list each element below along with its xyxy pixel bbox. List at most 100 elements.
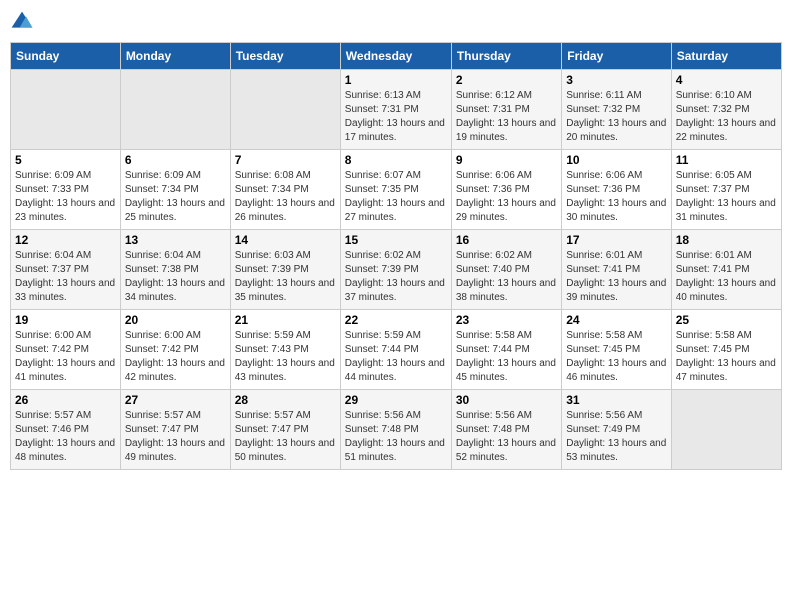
day-info: Sunrise: 6:07 AMSunset: 7:35 PMDaylight:… xyxy=(345,170,445,223)
day-info: Sunrise: 5:57 AMSunset: 7:46 PMDaylight:… xyxy=(15,410,115,463)
day-cell-3-2: 13Sunrise: 6:04 AMSunset: 7:38 PMDayligh… xyxy=(120,230,230,310)
day-number: 23 xyxy=(456,313,557,327)
day-number: 28 xyxy=(235,393,336,407)
logo xyxy=(10,10,38,34)
day-cell-3-6: 17Sunrise: 6:01 AMSunset: 7:41 PMDayligh… xyxy=(562,230,671,310)
logo-icon xyxy=(10,10,34,34)
day-cell-4-4: 22 Sunrise: 5:59 AMSunset: 7:44 PMDayligh… xyxy=(340,310,451,390)
day-info: Sunrise: 5:56 AMSunset: 7:49 PMDaylight:… xyxy=(566,410,666,463)
week-row-2: 5 Sunrise: 6:09 AMSunset: 7:33 PMDaylight… xyxy=(11,150,782,230)
calendar-body: 1Sunrise: 6:13 AMSunset: 7:31 PMDaylight… xyxy=(11,70,782,470)
day-number: 12 xyxy=(15,233,116,247)
day-info: Sunrise: 6:02 AMSunset: 7:40 PMDaylight:… xyxy=(456,250,556,303)
day-info: Sunrise: 6:10 AMSunset: 7:32 PMDaylight:… xyxy=(676,90,776,143)
day-cell-4-1: 19Sunrise: 6:00 AMSunset: 7:42 PMDayligh… xyxy=(11,310,121,390)
day-number: 7 xyxy=(235,153,336,167)
day-cell-2-3: 7 Sunrise: 6:08 AMSunset: 7:34 PMDaylight… xyxy=(230,150,340,230)
day-info: Sunrise: 6:06 AMSunset: 7:36 PMDaylight:… xyxy=(456,170,556,223)
day-info: Sunrise: 6:01 AMSunset: 7:41 PMDaylight:… xyxy=(676,250,776,303)
day-number: 20 xyxy=(125,313,226,327)
day-cell-1-7: 4 Sunrise: 6:10 AMSunset: 7:32 PMDaylight… xyxy=(671,70,781,150)
day-info: Sunrise: 5:56 AMSunset: 7:48 PMDaylight:… xyxy=(456,410,556,463)
day-cell-3-7: 18Sunrise: 6:01 AMSunset: 7:41 PMDayligh… xyxy=(671,230,781,310)
day-cell-4-2: 20 Sunrise: 6:00 AMSunset: 7:42 PMDayligh… xyxy=(120,310,230,390)
day-info: Sunrise: 6:05 AMSunset: 7:37 PMDaylight:… xyxy=(676,170,776,223)
day-info: Sunrise: 5:59 AMSunset: 7:43 PMDaylight:… xyxy=(235,330,335,383)
day-cell-1-4: 1Sunrise: 6:13 AMSunset: 7:31 PMDaylight… xyxy=(340,70,451,150)
day-cell-2-2: 6 Sunrise: 6:09 AMSunset: 7:34 PMDaylight… xyxy=(120,150,230,230)
day-info: Sunrise: 6:00 AMSunset: 7:42 PMDaylight:… xyxy=(125,330,225,383)
week-row-3: 12 Sunrise: 6:04 AMSunset: 7:37 PMDayligh… xyxy=(11,230,782,310)
day-info: Sunrise: 6:09 AMSunset: 7:34 PMDaylight:… xyxy=(125,170,225,223)
calendar-header: SundayMondayTuesdayWednesdayThursdayFrid… xyxy=(11,43,782,70)
header-sunday: Sunday xyxy=(11,43,121,70)
day-number: 27 xyxy=(125,393,226,407)
day-info: Sunrise: 5:59 AMSunset: 7:44 PMDaylight:… xyxy=(345,330,445,383)
day-number: 2 xyxy=(456,73,557,87)
day-cell-2-7: 11 Sunrise: 6:05 AMSunset: 7:37 PMDayligh… xyxy=(671,150,781,230)
day-info: Sunrise: 6:04 AMSunset: 7:37 PMDaylight:… xyxy=(15,250,115,303)
day-cell-3-3: 14 Sunrise: 6:03 AMSunset: 7:39 PMDayligh… xyxy=(230,230,340,310)
day-cell-5-1: 26 Sunrise: 5:57 AMSunset: 7:46 PMDayligh… xyxy=(11,390,121,470)
calendar-table: SundayMondayTuesdayWednesdayThursdayFrid… xyxy=(10,42,782,470)
header-monday: Monday xyxy=(120,43,230,70)
day-cell-5-4: 29 Sunrise: 5:56 AMSunset: 7:48 PMDayligh… xyxy=(340,390,451,470)
day-cell-1-3 xyxy=(230,70,340,150)
day-info: Sunrise: 6:03 AMSunset: 7:39 PMDaylight:… xyxy=(235,250,335,303)
header-tuesday: Tuesday xyxy=(230,43,340,70)
day-number: 29 xyxy=(345,393,447,407)
header-wednesday: Wednesday xyxy=(340,43,451,70)
day-info: Sunrise: 5:56 AMSunset: 7:48 PMDaylight:… xyxy=(345,410,445,463)
day-number: 24 xyxy=(566,313,666,327)
day-info: Sunrise: 5:57 AMSunset: 7:47 PMDaylight:… xyxy=(235,410,335,463)
week-row-4: 19Sunrise: 6:00 AMSunset: 7:42 PMDayligh… xyxy=(11,310,782,390)
day-cell-5-6: 31 Sunrise: 5:56 AMSunset: 7:49 PMDayligh… xyxy=(562,390,671,470)
day-number: 1 xyxy=(345,73,447,87)
day-number: 5 xyxy=(15,153,116,167)
day-number: 8 xyxy=(345,153,447,167)
day-number: 16 xyxy=(456,233,557,247)
day-cell-1-6: 3Sunrise: 6:11 AMSunset: 7:32 PMDaylight… xyxy=(562,70,671,150)
day-cell-4-5: 23 Sunrise: 5:58 AMSunset: 7:44 PMDayligh… xyxy=(451,310,561,390)
day-number: 14 xyxy=(235,233,336,247)
day-info: Sunrise: 6:12 AMSunset: 7:31 PMDaylight:… xyxy=(456,90,556,143)
day-info: Sunrise: 6:00 AMSunset: 7:42 PMDaylight:… xyxy=(15,330,115,383)
day-number: 26 xyxy=(15,393,116,407)
day-info: Sunrise: 6:08 AMSunset: 7:34 PMDaylight:… xyxy=(235,170,335,223)
day-info: Sunrise: 6:06 AMSunset: 7:36 PMDaylight:… xyxy=(566,170,666,223)
day-info: Sunrise: 5:57 AMSunset: 7:47 PMDaylight:… xyxy=(125,410,225,463)
day-number: 22 xyxy=(345,313,447,327)
day-cell-1-5: 2 Sunrise: 6:12 AMSunset: 7:31 PMDaylight… xyxy=(451,70,561,150)
day-cell-5-3: 28 Sunrise: 5:57 AMSunset: 7:47 PMDayligh… xyxy=(230,390,340,470)
day-number: 11 xyxy=(676,153,777,167)
day-cell-3-4: 15Sunrise: 6:02 AMSunset: 7:39 PMDayligh… xyxy=(340,230,451,310)
day-cell-4-6: 24 Sunrise: 5:58 AMSunset: 7:45 PMDayligh… xyxy=(562,310,671,390)
day-info: Sunrise: 6:02 AMSunset: 7:39 PMDaylight:… xyxy=(345,250,445,303)
day-number: 30 xyxy=(456,393,557,407)
day-info: Sunrise: 5:58 AMSunset: 7:44 PMDaylight:… xyxy=(456,330,556,383)
page-header xyxy=(10,10,782,34)
week-row-5: 26 Sunrise: 5:57 AMSunset: 7:46 PMDayligh… xyxy=(11,390,782,470)
day-number: 17 xyxy=(566,233,666,247)
day-cell-5-7 xyxy=(671,390,781,470)
day-cell-4-7: 25Sunrise: 5:58 AMSunset: 7:45 PMDayligh… xyxy=(671,310,781,390)
day-cell-1-1 xyxy=(11,70,121,150)
day-cell-2-5: 9 Sunrise: 6:06 AMSunset: 7:36 PMDaylight… xyxy=(451,150,561,230)
day-info: Sunrise: 6:09 AMSunset: 7:33 PMDaylight:… xyxy=(15,170,115,223)
day-info: Sunrise: 6:04 AMSunset: 7:38 PMDaylight:… xyxy=(125,250,225,303)
day-number: 9 xyxy=(456,153,557,167)
day-cell-2-4: 8 Sunrise: 6:07 AMSunset: 7:35 PMDaylight… xyxy=(340,150,451,230)
week-row-1: 1Sunrise: 6:13 AMSunset: 7:31 PMDaylight… xyxy=(11,70,782,150)
day-cell-2-1: 5 Sunrise: 6:09 AMSunset: 7:33 PMDaylight… xyxy=(11,150,121,230)
day-info: Sunrise: 5:58 AMSunset: 7:45 PMDaylight:… xyxy=(566,330,666,383)
day-number: 31 xyxy=(566,393,666,407)
header-thursday: Thursday xyxy=(451,43,561,70)
day-number: 6 xyxy=(125,153,226,167)
day-number: 21 xyxy=(235,313,336,327)
day-cell-2-6: 10 Sunrise: 6:06 AMSunset: 7:36 PMDayligh… xyxy=(562,150,671,230)
day-number: 10 xyxy=(566,153,666,167)
day-cell-1-2 xyxy=(120,70,230,150)
day-number: 4 xyxy=(676,73,777,87)
day-number: 3 xyxy=(566,73,666,87)
day-cell-3-5: 16 Sunrise: 6:02 AMSunset: 7:40 PMDayligh… xyxy=(451,230,561,310)
